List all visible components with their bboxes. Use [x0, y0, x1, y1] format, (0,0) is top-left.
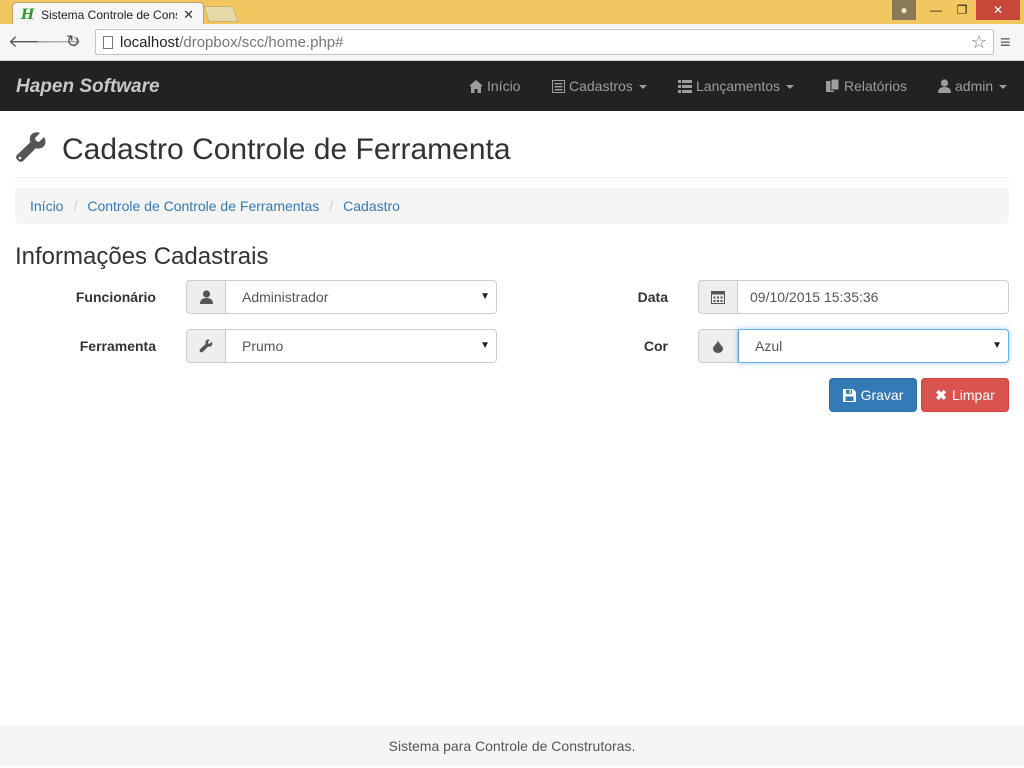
funcionario-value: Administrador	[242, 289, 329, 305]
breadcrumb-separator: /	[329, 198, 334, 214]
tab-title: Sistema Controle de Cons	[41, 7, 177, 22]
page-title: Cadastro Controle de Ferramenta	[62, 133, 511, 166]
th-list-icon	[678, 79, 692, 93]
cor-value: Azul	[755, 338, 783, 354]
funcionario-select[interactable]: Administrador ▼	[226, 280, 497, 314]
nav-admin[interactable]: admin	[938, 78, 1008, 94]
new-tab-button[interactable]	[203, 6, 239, 22]
clear-button[interactable]: ✖ Limpar	[921, 378, 1009, 412]
browser-titlebar: H Sistema Controle de Cons ✕ ● — ❐ ✕	[0, 0, 1024, 26]
favicon-icon: H	[21, 6, 35, 23]
maximize-icon[interactable]: ❐	[950, 0, 974, 20]
minimize-icon[interactable]: —	[924, 0, 948, 20]
browser-toolbar: 🡐 🡒 ↻ localhost/dropbox/scc/home.php# ☆ …	[0, 24, 1024, 61]
nav-relatorios-label: Relatórios	[844, 78, 908, 94]
user-icon	[199, 290, 213, 304]
ferramenta-group: Prumo ▼	[186, 329, 497, 363]
calendar-icon	[711, 291, 725, 304]
menu-icon[interactable]: ≡	[1000, 32, 1011, 53]
url-text: localhost/dropbox/scc/home.php#	[120, 34, 343, 51]
nav-relatorios[interactable]: Relatórios	[826, 78, 907, 94]
data-input[interactable]: 09/10/2015 15:35:36	[738, 280, 1009, 314]
caret-down-icon	[786, 85, 795, 89]
funcionario-label: Funcionário	[75, 289, 156, 305]
select-arrow-icon: ▼	[480, 340, 490, 351]
section-title: Informações Cadastrais	[15, 243, 269, 270]
nav-inicio[interactable]: Início	[469, 78, 520, 94]
data-label: Data	[637, 289, 668, 305]
nav-lancamentos-label: Lançamentos	[696, 78, 781, 94]
save-button-label: Gravar	[860, 387, 904, 403]
breadcrumb-controle[interactable]: Controle de Controle de Ferramentas	[87, 198, 319, 214]
funcionario-group: Administrador ▼	[186, 280, 497, 314]
url-path: /dropbox/scc/home.php#	[179, 33, 344, 51]
browser-tab[interactable]: H Sistema Controle de Cons ✕	[12, 2, 204, 26]
close-icon[interactable]: ✕	[976, 0, 1020, 20]
ferramenta-label: Ferramenta	[79, 338, 156, 354]
footer-text: Sistema para Controle de Construtoras.	[388, 738, 636, 754]
save-button[interactable]: Gravar	[829, 378, 917, 412]
data-group: 09/10/2015 15:35:36	[698, 280, 1009, 314]
wrench-icon	[16, 132, 46, 162]
navbar: Hapen Software Início Cadastros Lançamen…	[0, 61, 1024, 111]
star-icon[interactable]: ☆	[971, 32, 987, 53]
footer: Sistema para Controle de Construtoras.	[0, 726, 1024, 766]
clear-button-label: Limpar	[951, 387, 995, 403]
caret-down-icon	[638, 85, 647, 89]
tab-close-icon[interactable]: ✕	[183, 7, 194, 23]
calendar-addon	[698, 280, 738, 314]
cor-select[interactable]: Azul ▼	[738, 329, 1009, 363]
brand[interactable]: Hapen Software	[16, 76, 160, 98]
list-alt-icon	[552, 79, 565, 93]
page-header: Cadastro Controle de Ferramenta	[15, 128, 1009, 178]
address-bar[interactable]: localhost/dropbox/scc/home.php# ☆	[95, 29, 994, 55]
tint-icon	[713, 339, 723, 353]
cor-label: Cor	[643, 338, 668, 354]
nav-inicio-label: Início	[487, 78, 521, 94]
caret-down-icon	[999, 85, 1008, 89]
wrench-icon	[199, 339, 213, 353]
breadcrumb-inicio[interactable]: Início	[30, 198, 63, 214]
breadcrumb: Início / Controle de Controle de Ferrame…	[15, 188, 1009, 224]
data-value: 09/10/2015 15:35:36	[750, 289, 879, 305]
nav-admin-label: admin	[955, 78, 994, 94]
breadcrumb-separator: /	[73, 198, 78, 214]
tint-addon	[698, 329, 738, 363]
remove-icon: ✖	[935, 386, 947, 403]
page-icon	[103, 36, 113, 49]
breadcrumb-cadastro[interactable]: Cadastro	[343, 198, 400, 214]
reload-icon[interactable]: ↻	[66, 32, 80, 52]
floppy-disk-icon	[842, 388, 856, 402]
user-addon	[186, 280, 226, 314]
url-host: localhost	[120, 33, 180, 51]
nav-cadastros[interactable]: Cadastros	[552, 78, 647, 94]
wrench-addon	[186, 329, 226, 363]
ferramenta-value: Prumo	[242, 338, 284, 354]
nav-cadastros-label: Cadastros	[569, 78, 633, 94]
ferramenta-select[interactable]: Prumo ▼	[226, 329, 497, 363]
user-icon	[938, 79, 951, 93]
select-arrow-icon: ▼	[992, 340, 1002, 351]
nav-lancamentos[interactable]: Lançamentos	[678, 78, 795, 94]
cor-group: Azul ▼	[698, 329, 1009, 363]
user-icon[interactable]: ●	[892, 0, 916, 20]
home-icon	[469, 79, 483, 93]
select-arrow-icon: ▼	[480, 291, 490, 302]
documents-icon	[826, 79, 840, 92]
